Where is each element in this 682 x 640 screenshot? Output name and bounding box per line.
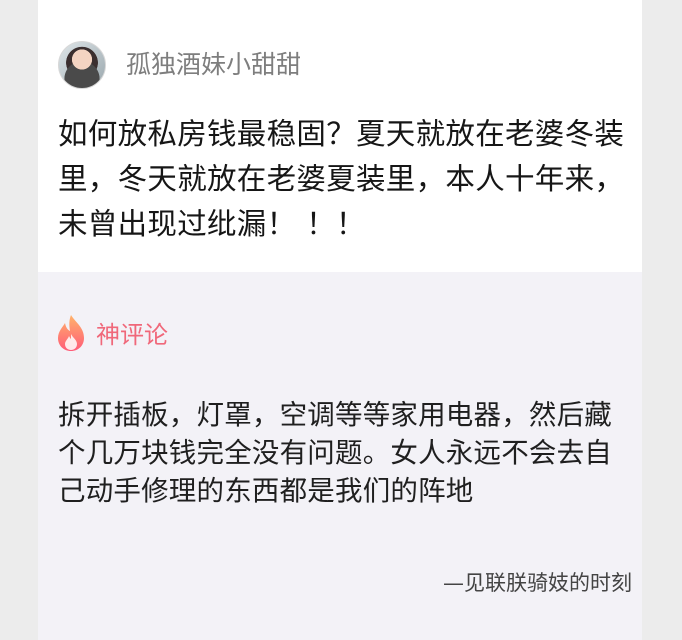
fire-icon <box>58 315 84 351</box>
hot-comment-section: 神评论 拆开插板，灯罩，空调等等家用电器，然后藏个几万块钱完全没有问题。女人永远… <box>38 272 642 640</box>
hot-comment-label: 神评论 <box>96 321 168 349</box>
username[interactable]: 孤独酒妹小甜甜 <box>126 45 301 85</box>
post-section: 孤独酒妹小甜甜 如何放私房钱最稳固？夏天就放在老婆冬装里，冬天就放在老婆夏装里，… <box>38 0 642 272</box>
post-text: 如何放私房钱最稳固？夏天就放在老婆冬装里，冬天就放在老婆夏装里，本人十年来，未曾… <box>58 117 625 241</box>
comment-signature: —见联朕骑妓的时刻 <box>443 571 632 595</box>
post-card: 孤独酒妹小甜甜 如何放私房钱最稳固？夏天就放在老婆冬装里，冬天就放在老婆夏装里，… <box>38 0 642 640</box>
avatar[interactable] <box>58 41 106 89</box>
comment-text: 拆开插板，灯罩，空调等等家用电器，然后藏个几万块钱完全没有问题。女人永远不会去自… <box>58 399 612 507</box>
